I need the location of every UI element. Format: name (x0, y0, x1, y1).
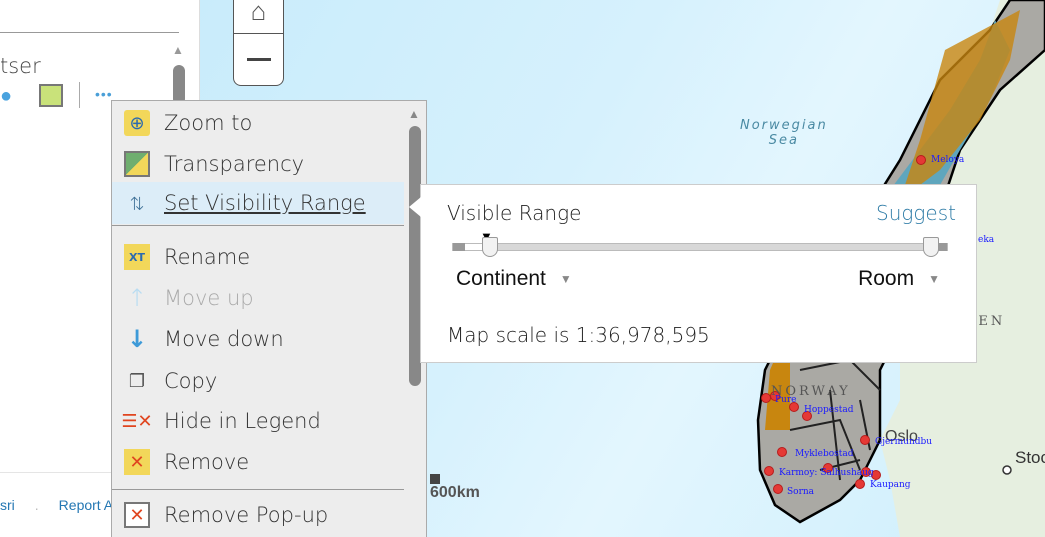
chevron-down-icon: ▼ (928, 272, 940, 286)
map-label-sea: Norwegian Sea (740, 118, 828, 148)
legend-icon[interactable] (39, 84, 63, 107)
divider (0, 32, 179, 33)
map-label-stockholm: Stoc (1015, 448, 1045, 467)
place-label: Gjermundbu (875, 437, 933, 447)
suggest-link[interactable]: Suggest (876, 201, 956, 225)
range-slider-track[interactable] (452, 243, 948, 251)
menu-item-set-visibility-range[interactable]: ⇅ Set Visibility Range (112, 182, 404, 224)
popup-pointer (409, 197, 421, 217)
place-label: Meloya (931, 155, 965, 165)
menu-item-remove[interactable]: ✕ Remove (112, 442, 404, 482)
report-link[interactable]: Report A (59, 497, 113, 513)
menu-item-hide-in-legend[interactable]: ☰✕ Hide in Legend (112, 401, 404, 441)
footer: sri . Report A (0, 497, 113, 513)
min-scale-dropdown[interactable]: Continent ▼ (456, 267, 572, 291)
place-label: Kaupang (870, 480, 911, 490)
transparency-icon (124, 151, 150, 177)
copy-icon: ❐ (128, 370, 146, 392)
menu-item-label: Transparency (164, 152, 305, 176)
zoom-to-icon: ⊕ (124, 110, 150, 136)
place-label: eka (978, 235, 995, 245)
menu-item-zoom-to[interactable]: ⊕ Zoom to (112, 103, 404, 143)
rename-icon: XT (124, 244, 150, 270)
symbol-icon[interactable]: ● (0, 86, 22, 106)
min-scale-handle[interactable] (482, 237, 498, 257)
zoom-control: ⌂ (233, 0, 284, 86)
menu-item-move-down[interactable]: ↓ Move down (112, 319, 404, 359)
menu-item-rename[interactable]: XT Rename (112, 237, 404, 277)
menu-item-label: Remove (164, 450, 250, 474)
place-label: Karmoy: Salhushaug (779, 468, 874, 478)
menu-item-copy[interactable]: ❐ Copy (112, 361, 404, 401)
map-scale-text: Map scale is 1:36,978,595 (447, 323, 710, 347)
max-scale-handle[interactable] (923, 237, 939, 257)
max-scale-dropdown[interactable]: Room ▼ (858, 267, 940, 291)
place-label: Hoppestad (804, 405, 854, 415)
scroll-up-icon[interactable]: ▲ (172, 44, 186, 56)
arrow-up-icon: ↑ (126, 284, 148, 312)
place-label: Pure (775, 395, 797, 405)
divider (79, 82, 80, 108)
chevron-down-icon: ▼ (559, 272, 572, 286)
popup-title: Visible Range (447, 201, 582, 225)
track-out-of-range (465, 244, 483, 250)
track-end (453, 243, 465, 251)
scale-bar-label: 600km (430, 484, 480, 501)
divider (112, 225, 404, 226)
esri-link[interactable]: sri (0, 497, 15, 513)
remove-popup-icon: ✕ (124, 502, 150, 528)
layer-name: tser (0, 54, 41, 78)
menu-item-label: Copy (164, 369, 218, 393)
layer-context-menu: ⊕ Zoom to Transparency ⇅ Set Visibility Ra… (111, 100, 427, 537)
menu-item-remove-popup[interactable]: ✕ Remove Pop-up (112, 495, 404, 535)
menu-item-label: Remove Pop-up (164, 503, 329, 527)
home-icon: ⌂ (250, 0, 267, 26)
menu-scroll-up-icon[interactable]: ▲ (408, 107, 420, 121)
minus-icon (246, 57, 271, 61)
scrollbar-thumb[interactable] (173, 65, 185, 105)
menu-item-move-up[interactable]: ↑ Move up (112, 278, 404, 318)
menu-item-label: Move up (164, 286, 254, 310)
home-button[interactable]: ⌂ (234, 0, 283, 34)
menu-item-label: Rename (164, 245, 251, 269)
menu-item-label: Move down (164, 327, 284, 351)
min-scale-value: Continent (456, 267, 546, 290)
place-label: Myklebostad (795, 449, 854, 459)
hide-legend-icon: ☰✕ (121, 410, 153, 432)
arrow-down-icon: ↓ (126, 325, 148, 353)
menu-item-label: Zoom to (164, 111, 253, 135)
visibility-range-popup: Visible Range Suggest ▼ Continent ▼ Room ▼… (409, 184, 977, 363)
separator: . (34, 497, 39, 513)
menu-item-transparency[interactable]: Transparency (112, 144, 404, 184)
divider (112, 489, 404, 490)
remove-icon: ✕ (124, 449, 150, 475)
max-scale-value: Room (858, 267, 915, 290)
menu-item-label: Hide in Legend (164, 409, 321, 433)
zoom-out-button[interactable] (234, 34, 283, 84)
menu-item-label: Set Visibility Range (164, 191, 366, 215)
place-label: Sorna (787, 487, 815, 497)
visibility-range-icon: ⇅ (129, 192, 145, 214)
